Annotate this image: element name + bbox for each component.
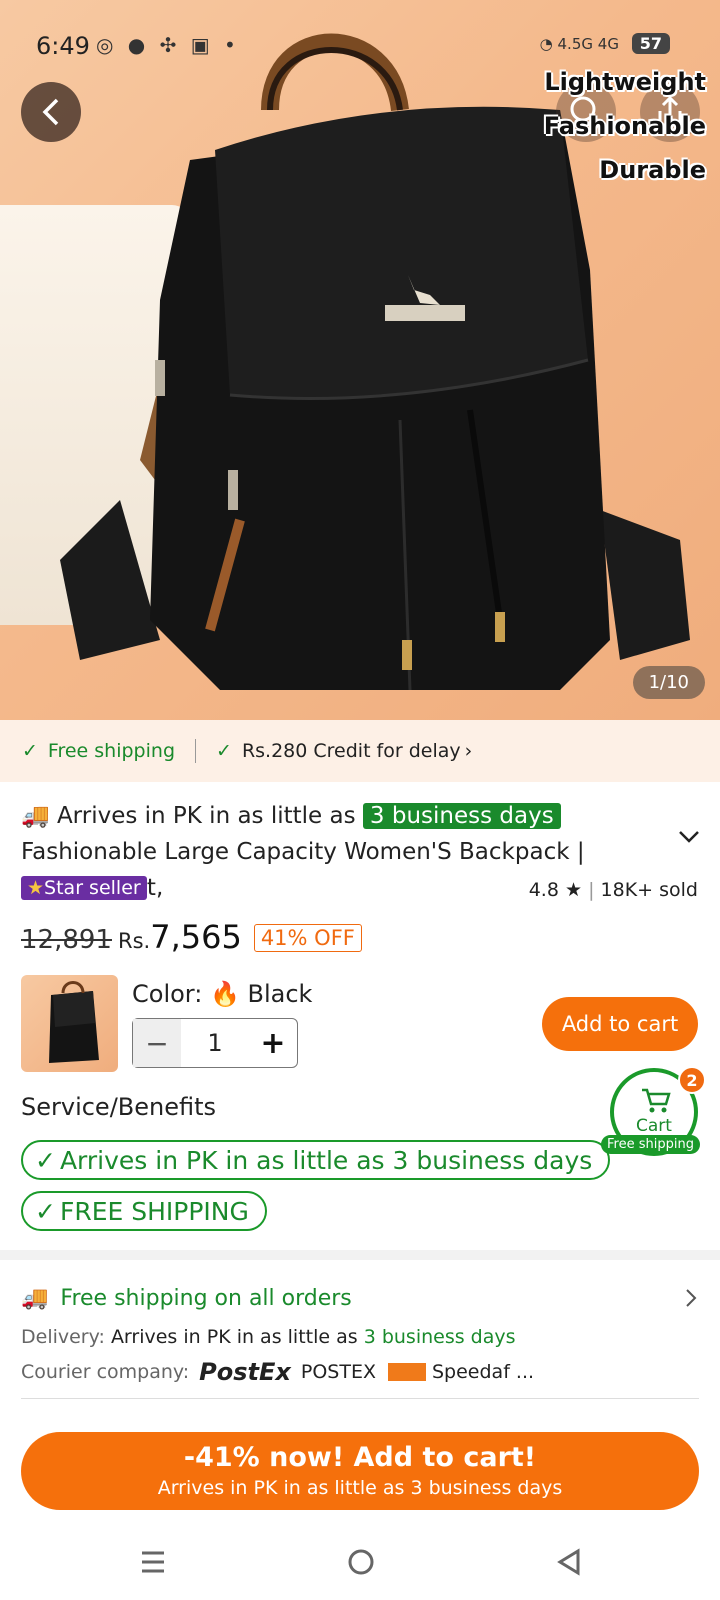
delivery-value: Arrives in PK in as little as <box>110 1326 358 1348</box>
increase-button[interactable]: + <box>249 1019 297 1067</box>
current-price: 7,565 <box>150 918 242 956</box>
chevron-left-icon <box>42 98 59 126</box>
rating-sold[interactable]: 4.8 ★ | 18K+ sold <box>529 879 698 901</box>
arrives-prefix: Arrives in PK in as little as <box>56 803 356 829</box>
cart-count-badge: 2 <box>678 1066 706 1094</box>
hero-tag: Fashionable <box>543 112 706 140</box>
truck-icon: 🚚 <box>21 803 50 829</box>
courier-label: Courier company: <box>21 1361 190 1383</box>
section-divider <box>0 1250 720 1260</box>
variant-thumbnail[interactable] <box>21 975 118 1072</box>
speedaf-logo <box>387 1363 426 1381</box>
star-seller-badge: ★Star seller <box>21 876 147 900</box>
divider <box>195 739 197 763</box>
product-image-gallery[interactable]: 6:49 ◎ ● ✣ ▣ • ◔ 4.5G 4G 57 Lightweight … <box>0 0 720 720</box>
color-label: Color: <box>132 980 203 1008</box>
quantity-stepper[interactable]: − 1 + <box>132 1018 298 1068</box>
back-button[interactable] <box>21 82 81 142</box>
chevron-right-icon: › <box>464 740 473 762</box>
notification-icons: ◎ ● ✣ ▣ • <box>96 33 240 57</box>
hero-tag: Lightweight <box>544 68 706 96</box>
hero-tag: Durable <box>599 156 706 184</box>
status-right-icons: ◔ 4.5G 4G 57 <box>540 33 670 54</box>
postex-logo: PostEx <box>199 1358 291 1386</box>
add-to-cart-cta-button[interactable]: -41% now! Add to cart! Arrives in PK in … <box>21 1432 699 1510</box>
add-to-cart-button[interactable]: Add to cart <box>542 997 698 1051</box>
credit-for-delay: Rs.280 Credit for delay <box>241 740 461 762</box>
system-navigation-bar <box>0 1530 720 1600</box>
service-benefits-title: Service/Benefits <box>21 1093 217 1121</box>
cart-label: Cart <box>636 1116 672 1136</box>
delivery-days: 3 business days <box>363 1326 516 1348</box>
delivery-label: Delivery: <box>21 1326 105 1348</box>
flame-icon: 🔥 <box>209 980 240 1008</box>
courier-speedaf: Speedaf ... <box>431 1361 535 1383</box>
divider: | <box>588 879 595 901</box>
color-value: Black <box>247 980 313 1008</box>
chevron-down-icon[interactable] <box>678 830 700 844</box>
divider <box>21 1398 699 1399</box>
wifi-icon: ◔ <box>539 35 553 53</box>
cart-free-shipping-tag: Free shipping <box>601 1135 700 1154</box>
truck-icon: 🚚 <box>21 1286 49 1311</box>
delivery-info: Delivery: Arrives in PK in as little as … <box>21 1326 516 1348</box>
check-icon: ✓ <box>22 740 38 762</box>
discount-badge: 41% OFF <box>253 924 362 952</box>
cta-line-2: Arrives in PK in as little as 3 business… <box>157 1477 563 1499</box>
service-pill-free-shipping: ✓ FREE SHIPPING <box>21 1191 267 1231</box>
image-counter: 1/10 <box>632 666 705 699</box>
status-time: 6:49 <box>36 32 90 60</box>
star-icon: ★ <box>564 879 583 901</box>
back-nav-icon[interactable] <box>556 1548 582 1576</box>
color-selector[interactable]: Color: 🔥 Black <box>132 980 312 1008</box>
cart-icon <box>642 1088 671 1113</box>
free-shipping-label: Free shipping <box>47 740 176 762</box>
sold-count: 18K+ sold <box>600 879 698 901</box>
home-icon[interactable] <box>347 1548 375 1576</box>
shipping-strip[interactable]: ✓ Free shipping ✓ Rs.280 Credit for dela… <box>0 720 720 782</box>
free-shipping-row[interactable]: 🚚 Free shipping on all orders <box>21 1286 699 1311</box>
quantity-value[interactable]: 1 <box>181 1019 249 1067</box>
chevron-right-icon <box>686 1289 697 1307</box>
courier-info: Courier company: PostEx POSTEX Speedaf .… <box>21 1358 534 1386</box>
network-label-2: 4G <box>597 35 619 53</box>
network-label-1: 4.5G <box>557 35 593 53</box>
rating-value: 4.8 <box>528 879 559 901</box>
decrease-button[interactable]: − <box>133 1019 181 1067</box>
check-icon: ✓ <box>35 1196 56 1226</box>
cta-line-1: -41% now! Add to cart! <box>183 1442 537 1473</box>
star-icon: ★ <box>27 877 45 899</box>
currency-prefix: Rs. <box>117 929 151 953</box>
backpack-thumbnail-image <box>49 981 99 1063</box>
free-shipping-heading: Free shipping on all orders <box>60 1286 352 1311</box>
check-icon: ✓ <box>216 740 232 762</box>
business-days-badge: 3 business days <box>362 803 561 829</box>
menu-icon[interactable] <box>140 1550 166 1574</box>
hero-feature-tags: Lightweight Fashionable Durable <box>544 60 706 192</box>
price-row: 12,891 Rs. 7,565 41% OFF <box>21 918 362 956</box>
original-price: 12,891 <box>21 925 112 955</box>
courier-postex: POSTEX <box>300 1361 376 1383</box>
service-pill-arrival: ✓ Arrives in PK in as little as 3 busine… <box>21 1140 611 1180</box>
battery-icon: 57 <box>631 33 670 54</box>
check-icon: ✓ <box>35 1145 56 1175</box>
